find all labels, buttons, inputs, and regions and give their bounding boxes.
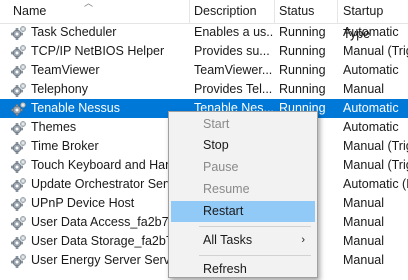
gear-icon <box>11 139 27 154</box>
service-name: User Energy Server Service <box>31 253 186 267</box>
gear-icon <box>11 101 27 116</box>
service-startup-type: Automatic <box>343 120 399 134</box>
menu-item-start[interactable]: Start <box>171 114 315 135</box>
service-row[interactable]: Telephony Provides Tel... Running Manual <box>0 80 408 99</box>
menu-item-stop[interactable]: Stop <box>171 135 315 156</box>
gear-icon <box>11 196 27 211</box>
gear-icon <box>11 177 27 192</box>
service-startup-type: Automatic <box>343 63 399 77</box>
service-description: TeamViewer... <box>194 63 273 77</box>
service-startup-type: Automatic <box>343 101 399 115</box>
service-name: Task Scheduler <box>31 25 117 39</box>
gear-icon <box>11 215 27 230</box>
context-menu: Start Stop Pause Resume Restart All Task… <box>168 111 318 278</box>
service-description: Provides Tel... <box>194 82 273 96</box>
service-name: Tenable Nessus <box>31 101 120 115</box>
gear-icon <box>11 158 27 173</box>
column-divider[interactable] <box>337 0 338 23</box>
service-startup-type: Manual (Trig <box>343 44 408 58</box>
service-name: User Data Access_fa2b7 <box>31 215 169 229</box>
service-name: TCP/IP NetBIOS Helper <box>31 44 165 58</box>
column-name[interactable]: Name <box>13 0 46 23</box>
service-startup-type: Automatic <box>343 25 399 39</box>
menu-item-pause[interactable]: Pause <box>171 157 315 178</box>
chevron-right-icon: › <box>301 234 305 246</box>
service-status: Running <box>279 63 326 77</box>
service-row[interactable]: TeamViewer TeamViewer... Running Automat… <box>0 61 408 80</box>
service-startup-type: Manual <box>343 196 384 210</box>
menu-item-all-tasks[interactable]: All Tasks › <box>171 230 315 251</box>
service-startup-type: Manual <box>343 82 384 96</box>
column-header: ︿ Name Description Status Startup Type <box>0 0 408 41</box>
service-status: Running <box>279 82 326 96</box>
service-startup-type: Manual (Trig <box>343 139 408 153</box>
column-description[interactable]: Description <box>194 0 257 23</box>
service-description: Enables a us... <box>194 25 274 39</box>
column-startup-type[interactable]: Startup Type <box>343 0 408 41</box>
service-name: TeamViewer <box>31 63 100 77</box>
menu-separator <box>199 255 311 256</box>
service-name: User Data Storage_fa2b7 <box>31 234 173 248</box>
gear-icon <box>11 82 27 97</box>
column-status[interactable]: Status <box>279 0 314 23</box>
menu-item-refresh[interactable]: Refresh <box>171 259 315 280</box>
gear-icon <box>11 120 27 135</box>
service-name: UPnP Device Host <box>31 196 135 210</box>
sort-ascending-icon: ︿ <box>84 0 94 8</box>
service-description: Provides su... <box>194 44 270 58</box>
menu-item-resume[interactable]: Resume <box>171 179 315 200</box>
service-status: Running <box>279 44 326 58</box>
gear-icon <box>11 234 27 249</box>
menu-item-restart[interactable]: Restart <box>171 201 315 222</box>
service-name: Telephony <box>31 82 88 96</box>
service-name: Themes <box>31 120 77 134</box>
menu-separator <box>199 226 311 227</box>
service-startup-type: Manual (Trig <box>343 158 408 172</box>
service-startup-type: Manual <box>343 234 384 248</box>
service-name: Time Broker <box>31 139 99 153</box>
service-startup-type: Manual <box>343 253 384 267</box>
column-divider[interactable] <box>189 0 190 23</box>
service-name: Update Orchestrator Servic <box>31 177 183 191</box>
service-row[interactable]: Task Scheduler Enables a us... Running A… <box>0 23 408 42</box>
service-status: Running <box>279 25 326 39</box>
gear-icon <box>11 44 27 59</box>
column-divider[interactable] <box>274 0 275 23</box>
service-row[interactable]: TCP/IP NetBIOS Helper Provides su... Run… <box>0 42 408 61</box>
service-startup-type: Automatic (D <box>343 177 408 191</box>
service-startup-type: Manual <box>343 215 384 229</box>
service-name: Touch Keyboard and Hand <box>31 158 180 172</box>
gear-icon <box>11 25 27 40</box>
gear-icon <box>11 253 27 268</box>
gear-icon <box>11 63 27 78</box>
